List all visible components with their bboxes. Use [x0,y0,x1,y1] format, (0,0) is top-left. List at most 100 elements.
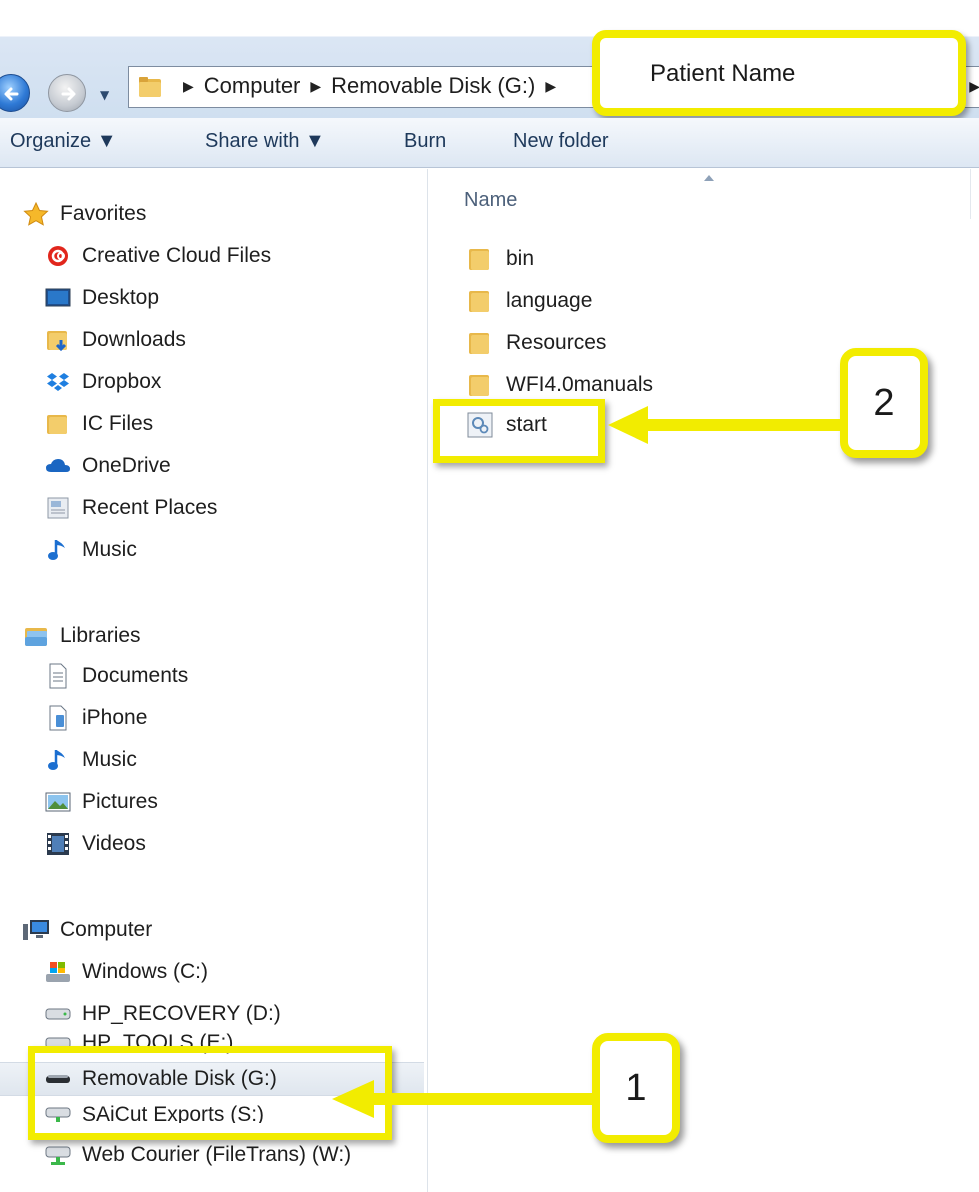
file-item-label: bin [506,247,535,270]
nav-item-label: Music [82,748,137,771]
recent-pages-dropdown-icon[interactable]: ▼ [100,88,109,102]
folder-icon [466,246,494,272]
nav-item-downloads[interactable]: Downloads [44,323,186,357]
nav-item-label: Recent Places [82,496,218,519]
nav-item-label: Creative Cloud Files [82,244,272,267]
recent-places-icon [44,496,72,520]
chevron-right-icon: ▶ [969,79,979,95]
nav-item-windows-c[interactable]: Windows (C:) [44,955,208,989]
highlight-box-start [433,399,605,463]
navigation-pane: Favorites Creative Cloud Files Desktop D… [0,169,428,1192]
callout-number-2: 2 [840,348,928,458]
nav-item-hp-recovery-d[interactable]: HP_RECOVERY (D:) [44,997,281,1031]
libraries-icon [22,624,50,648]
nav-computer-label: Computer [60,918,153,941]
file-item-wfi-manuals[interactable]: WFI4.0manuals [466,367,653,403]
nav-item-label: Windows (C:) [82,960,209,983]
nav-favorites[interactable]: Favorites [22,197,146,231]
file-item-resources[interactable]: Resources [466,325,606,361]
file-item-language[interactable]: language [466,283,592,319]
share-with-menu-button[interactable]: Share with ▼ [205,130,325,153]
nav-item-label: Dropbox [82,370,162,393]
forward-arrow-icon [61,87,76,101]
folder-icon [44,412,72,436]
column-header-name[interactable]: Name [464,189,517,212]
sort-ascending-icon [704,175,714,181]
burn-button[interactable]: Burn [404,130,446,153]
breadcrumb-item-computer[interactable]: Computer [204,73,301,99]
chevron-right-icon: ▶ [310,77,322,94]
organize-menu-button[interactable]: Organize ▼ [10,130,117,153]
callout-number-label: 1 [625,1066,647,1109]
nav-item-music-library[interactable]: Music [44,743,137,777]
nav-libraries[interactable]: Libraries [22,619,141,653]
callout-arrow-1-icon [332,1080,597,1118]
nav-item-label: Desktop [82,286,160,309]
creative-cloud-icon [44,244,72,268]
nav-item-dropbox[interactable]: Dropbox [44,365,161,399]
desktop-icon [44,286,72,310]
chevron-right-icon: ▶ [545,77,557,94]
nav-item-label: Downloads [82,328,186,351]
nav-favorites-label: Favorites [60,202,147,225]
document-icon [44,663,72,689]
nav-item-label: Web Courier (FileTrans) (W:) [82,1143,352,1166]
nav-computer[interactable]: Computer [22,913,152,947]
folder-icon [139,77,161,97]
folder-icon [466,288,494,314]
nav-item-label: Pictures [82,790,158,813]
new-folder-button[interactable]: New folder [513,130,609,153]
nav-item-ic-files[interactable]: IC Files [44,407,153,441]
command-toolbar: Organize ▼ Share with ▼ Burn New folder [0,118,979,168]
file-item-label: WFI4.0manuals [506,373,654,396]
iphone-library-icon [44,705,72,731]
nav-item-onedrive[interactable]: OneDrive [44,449,171,483]
dropbox-icon [44,370,72,394]
nav-item-label: Music [82,538,137,561]
column-divider[interactable] [970,169,971,219]
folder-icon [466,372,494,398]
nav-item-label: Documents [82,664,189,687]
back-arrow-icon [4,87,19,101]
nav-item-creative-cloud[interactable]: Creative Cloud Files [44,239,271,273]
callout-number-label: 2 [873,381,895,424]
folder-icon [466,330,494,356]
star-icon [22,202,50,226]
back-button[interactable] [0,74,30,112]
network-drive-icon [44,1143,72,1167]
nav-item-web-courier-w[interactable]: Web Courier (FileTrans) (W:) [44,1138,351,1172]
nav-item-videos[interactable]: Videos [44,827,146,861]
breadcrumb-item-current[interactable]: Patient Name [592,30,966,116]
pictures-icon [44,790,72,814]
file-item-label: language [506,289,593,312]
address-bar: ▼ ▶ Computer ▶ Removable Disk (G:) ▶ ▶ P… [0,0,979,118]
forward-button[interactable] [48,74,86,112]
nav-item-pictures[interactable]: Pictures [44,785,158,819]
computer-icon [22,918,50,942]
music-note-icon [44,538,72,562]
file-item-bin[interactable]: bin [466,241,534,277]
nav-item-label: iPhone [82,706,148,729]
windows-drive-icon [44,960,72,984]
nav-item-recent-places[interactable]: Recent Places [44,491,217,525]
nav-item-label: Videos [82,832,146,855]
file-item-label: Resources [506,331,607,354]
drive-icon [44,1002,72,1026]
videos-icon [44,832,72,856]
nav-item-documents[interactable]: Documents [44,659,188,693]
nav-item-label: OneDrive [82,454,171,477]
file-list-pane: Name bin language Resources WFI4.0manual… [430,169,979,1192]
nav-item-music-favorite[interactable]: Music [44,533,137,567]
callout-arrow-2-icon [608,406,845,444]
nav-libraries-label: Libraries [60,624,141,647]
nav-item-label: IC Files [82,412,154,435]
callout-number-1: 1 [592,1033,680,1143]
chevron-right-icon: ▶ [183,77,194,94]
breadcrumb-current-label: Patient Name [650,60,796,87]
music-note-icon [44,748,72,772]
nav-item-desktop[interactable]: Desktop [44,281,159,315]
breadcrumb-item-removable-disk[interactable]: Removable Disk (G:) [331,73,535,99]
onedrive-cloud-icon [44,454,72,478]
downloads-folder-icon [44,328,72,352]
nav-item-iphone[interactable]: iPhone [44,701,147,735]
